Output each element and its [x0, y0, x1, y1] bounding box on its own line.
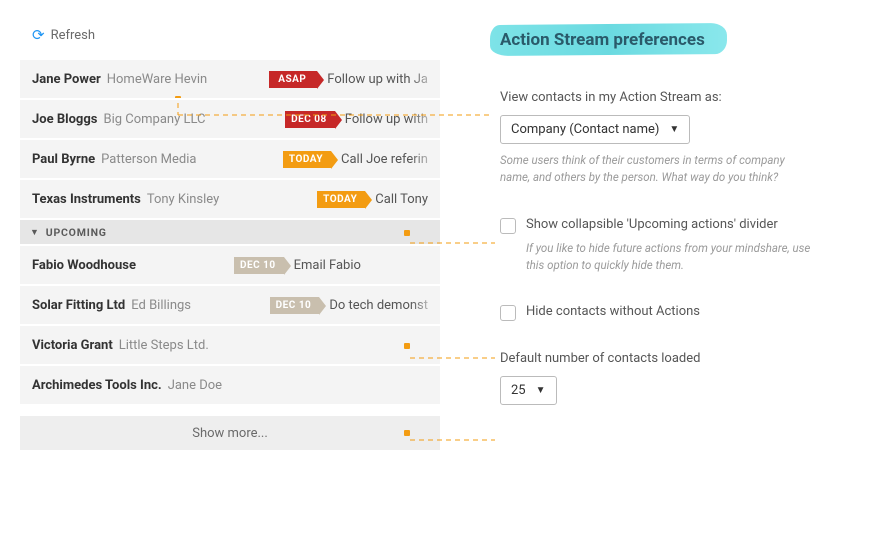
pref-view-as: View contacts in my Action Stream as: Co… — [500, 90, 850, 187]
contact-company: Ed Billings — [131, 298, 191, 313]
contact-name: Archimedes Tools Inc. — [32, 378, 162, 393]
upcoming-divider-checkbox[interactable] — [500, 218, 516, 234]
hide-no-actions-checkbox[interactable] — [500, 305, 516, 321]
contact-company: Tony Kinsley — [147, 192, 219, 207]
checkbox-label: Show collapsible 'Upcoming actions' divi… — [526, 217, 826, 232]
contact-name: Victoria Grant — [32, 338, 113, 353]
contact-company: HomeWare Hevin — [107, 72, 208, 87]
default-count-select[interactable]: 25 ▼ — [500, 376, 557, 405]
callout-marker — [404, 343, 410, 349]
list-item[interactable]: Paul Byrne Patterson Media TODAY Call Jo… — [20, 140, 440, 180]
contact-name: Solar Fitting Ltd — [32, 298, 125, 313]
date-badge: TODAY — [283, 151, 331, 168]
contact-name: Joe Bloggs — [32, 112, 97, 127]
callout-marker — [404, 230, 410, 236]
action-text: Email Fabio — [294, 258, 361, 273]
list-item[interactable]: Joe Bloggs Big Company LLC DEC 08 Follow… — [20, 100, 440, 140]
chevron-down-icon: ▼ — [30, 227, 40, 238]
action-text: Do tech demonst — [329, 298, 428, 313]
contact-name: Texas Instruments — [32, 192, 141, 207]
select-value: Company (Contact name) — [511, 122, 659, 137]
list-item[interactable]: Fabio Woodhouse DEC 10 Email Fabio — [20, 246, 440, 286]
contact-company: Jane Doe — [168, 378, 222, 393]
preferences-title: Action Stream preferences — [500, 30, 705, 50]
callout-marker — [404, 430, 410, 436]
date-badge: DEC 08 — [285, 111, 335, 128]
list-item[interactable]: Solar Fitting Ltd Ed Billings DEC 10 Do … — [20, 286, 440, 326]
list-item[interactable]: Texas Instruments Tony Kinsley TODAY Cal… — [20, 180, 440, 220]
action-text: Call Joe referin — [341, 152, 428, 167]
list-item[interactable]: Jane Power HomeWare Hevin ASAP Follow up… — [20, 60, 440, 100]
upcoming-divider[interactable]: ▼ UPCOMING — [20, 220, 440, 246]
pref-default-count: Default number of contacts loaded 25 ▼ — [500, 351, 850, 405]
contact-company: Big Company LLC — [103, 112, 205, 127]
list-item[interactable]: Victoria Grant Little Steps Ltd. — [20, 326, 440, 366]
refresh-icon: ⟳ — [32, 26, 45, 44]
date-badge: TODAY — [317, 191, 365, 208]
checkbox-label: Hide contacts without Actions — [526, 304, 700, 319]
date-badge: DEC 10 — [270, 297, 320, 314]
contact-company: Little Steps Ltd. — [119, 338, 209, 353]
section-label: UPCOMING — [46, 226, 107, 239]
pref-hide-no-actions: Hide contacts without Actions — [500, 304, 850, 321]
show-more-button[interactable]: Show more... — [20, 416, 440, 450]
contact-name: Paul Byrne — [32, 152, 95, 167]
list-item[interactable]: Archimedes Tools Inc. Jane Doe — [20, 366, 440, 406]
action-stream-list: Jane Power HomeWare Hevin ASAP Follow up… — [20, 60, 440, 450]
contact-name: Fabio Woodhouse — [32, 258, 136, 273]
action-text: Follow up with Ja — [327, 72, 428, 87]
pref-help: If you like to hide future actions from … — [526, 240, 826, 275]
select-value: 25 — [511, 383, 526, 398]
date-badge: ASAP — [269, 71, 317, 88]
action-text: Call Tony — [375, 192, 428, 207]
refresh-button[interactable]: ⟳ Refresh — [20, 20, 107, 60]
pref-label: Default number of contacts loaded — [500, 351, 850, 366]
chevron-down-icon: ▼ — [669, 124, 679, 135]
pref-upcoming-divider: Show collapsible 'Upcoming actions' divi… — [500, 217, 850, 275]
pref-label: View contacts in my Action Stream as: — [500, 90, 850, 105]
contact-name: Jane Power — [32, 72, 101, 87]
date-badge: DEC 10 — [234, 257, 284, 274]
show-more-label: Show more... — [192, 426, 268, 441]
view-as-select[interactable]: Company (Contact name) ▼ — [500, 115, 690, 144]
action-text: Follow up with — [345, 112, 428, 127]
contact-company: Patterson Media — [101, 152, 196, 167]
chevron-down-icon: ▼ — [536, 385, 546, 396]
pref-help: Some users think of their customers in t… — [500, 152, 800, 187]
refresh-label: Refresh — [51, 28, 95, 43]
